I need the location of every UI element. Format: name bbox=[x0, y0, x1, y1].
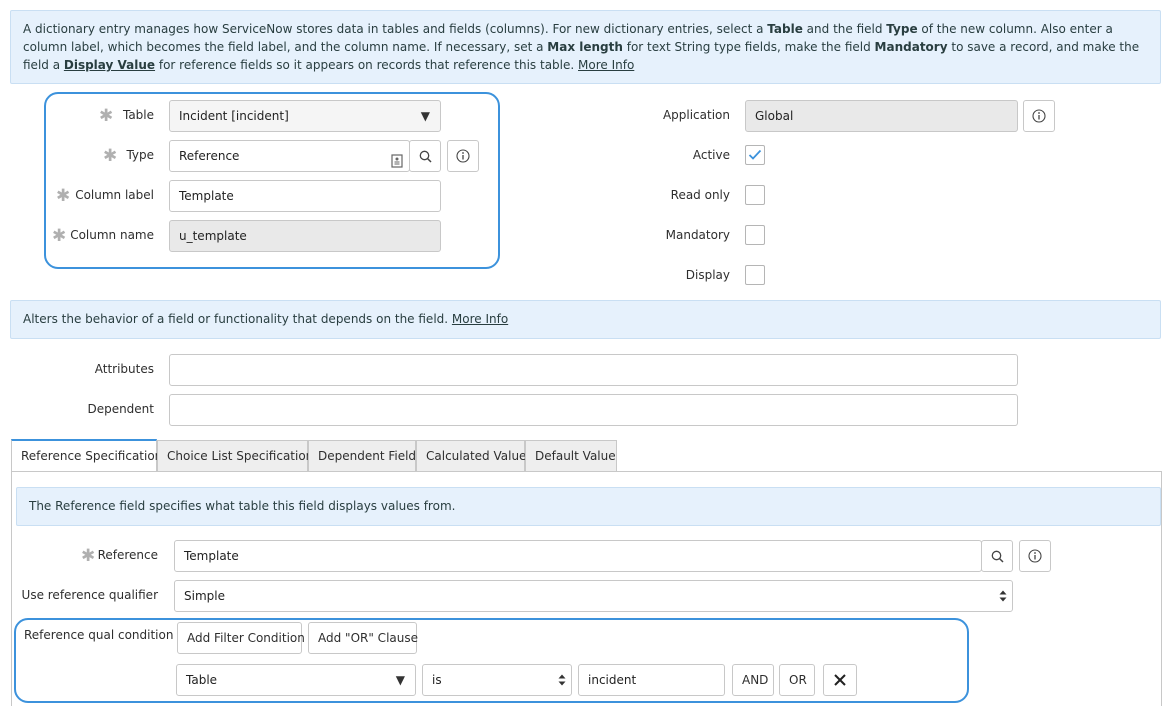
dependent-input[interactable] bbox=[169, 394, 1018, 426]
tab-dependent-field[interactable]: Dependent Field bbox=[308, 440, 416, 472]
dependent-label: Dependent bbox=[87, 402, 154, 416]
read-only-checkbox[interactable] bbox=[745, 185, 765, 205]
reference-lookup-button[interactable] bbox=[981, 540, 1013, 572]
info-icon bbox=[1032, 109, 1046, 123]
application-info-button[interactable] bbox=[1023, 100, 1055, 132]
condition-value-input[interactable]: incident bbox=[578, 664, 725, 696]
tab-calculated-value[interactable]: Calculated Value bbox=[416, 440, 526, 472]
condition-field-select[interactable]: Table ▼ bbox=[176, 664, 416, 696]
search-icon bbox=[991, 550, 1004, 563]
checkmark-icon bbox=[748, 149, 762, 160]
reference-info-button[interactable] bbox=[1019, 540, 1051, 572]
table-label: Table bbox=[122, 108, 154, 122]
search-icon bbox=[419, 150, 432, 163]
application-label: Application bbox=[662, 108, 730, 122]
application-input[interactable]: Global bbox=[745, 100, 1018, 132]
delete-condition-button[interactable] bbox=[823, 664, 857, 696]
reference-info-box: The Reference field specifies what table… bbox=[16, 487, 1161, 526]
tab-default-value[interactable]: Default Value bbox=[525, 440, 617, 472]
info-icon bbox=[456, 149, 470, 163]
alters-info-box: Alters the behavior of a field or functi… bbox=[10, 300, 1161, 339]
reference-label: Reference bbox=[97, 548, 158, 562]
display-label: Display bbox=[685, 268, 730, 282]
caret-down-icon: ▼ bbox=[395, 673, 405, 687]
attributes-label: Attributes bbox=[94, 362, 154, 376]
add-filter-condition-button[interactable]: Add Filter Condition bbox=[177, 622, 305, 654]
column-name-input[interactable]: u_template bbox=[169, 220, 441, 252]
active-label: Active bbox=[692, 148, 730, 162]
read-only-label: Read only bbox=[670, 188, 730, 202]
type-lookup-button[interactable] bbox=[409, 140, 441, 172]
info-icon bbox=[1028, 549, 1042, 563]
tab-choice-list-specification[interactable]: Choice List Specification bbox=[157, 440, 313, 472]
or-button[interactable]: OR bbox=[779, 664, 815, 696]
more-info-link[interactable]: More Info bbox=[578, 58, 634, 72]
type-label: Type bbox=[126, 148, 154, 162]
caret-down-icon: ▼ bbox=[420, 109, 430, 123]
qualifier-select[interactable]: Simple bbox=[174, 580, 1013, 612]
mandatory-label: Mandatory bbox=[665, 228, 730, 242]
qual-condition-label: Reference qual condition bbox=[24, 628, 174, 642]
mandatory-checkbox[interactable] bbox=[745, 225, 765, 245]
table-select[interactable]: Incident [incident] ▼ bbox=[169, 100, 441, 132]
attributes-input[interactable] bbox=[169, 354, 1018, 386]
updown-icon bbox=[558, 674, 566, 686]
reference-input[interactable]: Template bbox=[174, 540, 982, 572]
column-label-input[interactable]: Template bbox=[169, 180, 441, 212]
qualifier-label: Use reference qualifier bbox=[21, 588, 158, 602]
tab-reference-specification[interactable]: Reference Specification bbox=[11, 439, 162, 471]
and-button[interactable]: AND bbox=[732, 664, 774, 696]
display-checkbox[interactable] bbox=[745, 265, 765, 285]
updown-icon bbox=[999, 590, 1007, 602]
document-icon[interactable] bbox=[391, 149, 403, 171]
type-info-button[interactable] bbox=[447, 140, 479, 172]
more-info-link[interactable]: More Info bbox=[452, 312, 508, 326]
column-name-label: Column name bbox=[70, 228, 154, 242]
close-icon bbox=[834, 674, 846, 686]
type-input[interactable]: Reference bbox=[169, 140, 410, 172]
display-value-link[interactable]: Display Value bbox=[64, 58, 155, 72]
condition-operator-select[interactable]: is bbox=[422, 664, 572, 696]
dictionary-info-box: A dictionary entry manages how ServiceNo… bbox=[10, 10, 1161, 84]
column-label-label: Column label bbox=[75, 188, 154, 202]
active-checkbox[interactable] bbox=[745, 145, 765, 165]
add-or-clause-button[interactable]: Add "OR" Clause bbox=[308, 622, 418, 654]
